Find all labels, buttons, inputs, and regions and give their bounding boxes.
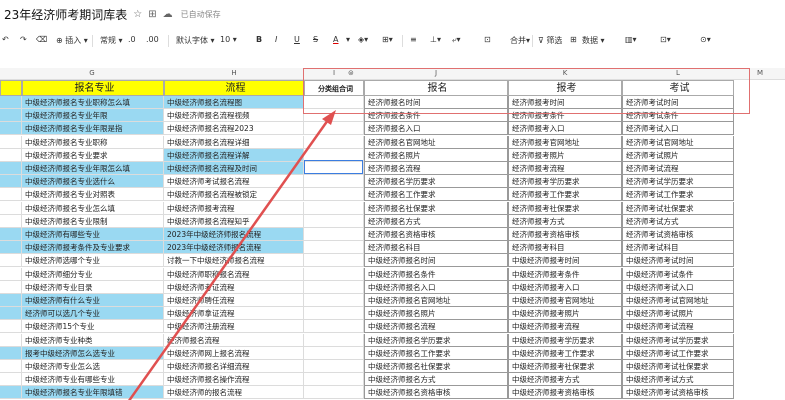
red-arrow	[128, 110, 336, 400]
